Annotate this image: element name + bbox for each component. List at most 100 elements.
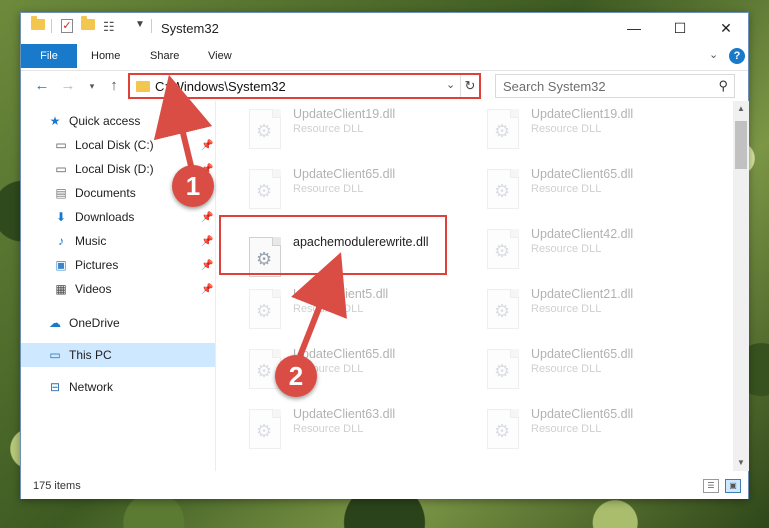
file-item[interactable]: ⚙ UpdateClient63.dll Resource DLL xyxy=(241,403,471,461)
pictures-icon: ▣ xyxy=(55,258,67,272)
file-name: UpdateClient5.dll xyxy=(293,287,389,301)
navigation-pane: ★ Quick access ▭ Local Disk (C:) 📌 ▭ Loc… xyxy=(21,101,215,471)
help-icon[interactable]: ? xyxy=(729,48,745,64)
address-bar[interactable]: C:\Windows\System32 ⌄ ↻ xyxy=(128,73,481,99)
music-icon: ♪ xyxy=(58,234,64,248)
file-item[interactable]: ⚙ UpdateClient42.dll Resource DLL xyxy=(479,223,709,281)
nav-label: Documents xyxy=(75,186,136,200)
properties-check-icon[interactable]: ✓ xyxy=(61,19,73,33)
pane-divider[interactable] xyxy=(215,101,216,471)
tab-file[interactable]: File xyxy=(21,44,77,68)
address-path[interactable]: C:\Windows\System32 xyxy=(155,79,286,94)
file-type: Resource DLL xyxy=(531,123,602,135)
tab-view[interactable]: View xyxy=(196,44,244,68)
back-button[interactable]: ← xyxy=(33,75,51,97)
vertical-scrollbar[interactable]: ▲ ▼ xyxy=(733,101,749,471)
search-input[interactable]: Search System32 ⚲ xyxy=(495,74,735,98)
pin-icon[interactable]: 📌 xyxy=(201,260,213,271)
dll-file-icon: ⚙ xyxy=(249,289,281,329)
scroll-thumb[interactable] xyxy=(735,121,747,169)
file-item[interactable]: ⚙ UpdateClient65.dll Resource DLL xyxy=(479,163,709,221)
dll-file-icon: ⚙ xyxy=(249,169,281,209)
ribbon-tabs: File Home Share View ⌄ ? xyxy=(21,44,748,68)
tiles-view-icon[interactable]: ▣ xyxy=(725,479,741,493)
new-folder-icon[interactable] xyxy=(81,16,95,30)
close-button[interactable]: ✕ xyxy=(703,13,749,43)
search-icon[interactable]: ⚲ xyxy=(718,78,728,94)
quick-access-separator xyxy=(51,19,52,33)
file-list: ⚙ UpdateClient19.dll Resource DLL ⚙ Upda… xyxy=(217,101,733,471)
up-button[interactable]: ↑ xyxy=(105,75,123,97)
file-type: Resource DLL xyxy=(531,303,602,315)
nav-item-videos[interactable]: ▦ Videos 📌 xyxy=(21,277,215,301)
address-row: ← → ▾ ↑ C:\Windows\System32 ⌄ ↻ Search S… xyxy=(21,70,748,100)
nav-network[interactable]: ⊟ Network xyxy=(21,375,215,399)
nav-item-pictures[interactable]: ▣ Pictures 📌 xyxy=(21,253,215,277)
dll-file-icon: ⚙ xyxy=(487,409,519,449)
file-name: UpdateClient42.dll xyxy=(531,227,634,241)
forward-button[interactable]: → xyxy=(59,75,77,97)
file-name: UpdateClient65.dll xyxy=(531,347,634,361)
file-name: UpdateClient19.dll xyxy=(531,107,634,121)
nav-label: Local Disk (C:) xyxy=(75,138,154,152)
window-title: System32 xyxy=(161,21,219,36)
pin-icon[interactable]: 📌 xyxy=(201,236,213,247)
network-icon: ⊟ xyxy=(49,380,61,394)
title-bar: ✓ ☷ ▼ System32 — ☐ ✕ xyxy=(21,13,748,43)
downloads-icon: ⬇ xyxy=(55,210,67,224)
tab-home[interactable]: Home xyxy=(79,44,132,68)
file-name: UpdateClient65.dll xyxy=(531,167,634,181)
file-type: Resource DLL xyxy=(531,243,602,255)
pin-icon[interactable]: 📌 xyxy=(201,140,213,151)
details-view-icon[interactable]: ☰ xyxy=(703,479,719,493)
target-file-highlight xyxy=(219,215,447,275)
file-item[interactable]: ⚙ UpdateClient21.dll Resource DLL xyxy=(479,283,709,341)
nav-label: OneDrive xyxy=(69,316,120,330)
pin-icon[interactable]: 📌 xyxy=(201,212,213,223)
expand-ribbon-chevron-icon[interactable]: ⌄ xyxy=(709,48,718,61)
step-1-badge: 1 xyxy=(172,165,214,207)
file-type: Resource DLL xyxy=(293,303,364,315)
recent-locations-chevron-icon[interactable]: ▾ xyxy=(83,75,101,97)
quick-access-list-icon[interactable]: ☷ xyxy=(103,19,115,35)
refresh-icon[interactable]: ↻ xyxy=(460,75,479,97)
nav-item-music[interactable]: ♪ Music 📌 xyxy=(21,229,215,253)
maximize-button[interactable]: ☐ xyxy=(657,13,703,43)
nav-label: This PC xyxy=(69,348,112,362)
file-item[interactable]: ⚙ UpdateClient19.dll Resource DLL xyxy=(479,103,709,161)
address-dropdown-chevron-icon[interactable]: ⌄ xyxy=(446,78,455,91)
nav-onedrive[interactable]: ☁ OneDrive xyxy=(21,311,215,335)
nav-label: Downloads xyxy=(75,210,135,224)
dll-file-icon: ⚙ xyxy=(487,349,519,389)
scroll-down-arrow-icon[interactable]: ▼ xyxy=(733,455,749,471)
dll-file-icon: ⚙ xyxy=(487,169,519,209)
nav-label: Music xyxy=(75,234,107,248)
file-name: UpdateClient21.dll xyxy=(531,287,634,301)
file-item[interactable]: ⚙ UpdateClient19.dll Resource DLL xyxy=(241,103,471,161)
nav-item-downloads[interactable]: ⬇ Downloads 📌 xyxy=(21,205,215,229)
file-item[interactable]: ⚙ UpdateClient65.dll Resource DLL xyxy=(479,343,709,401)
file-item[interactable]: ⚙ UpdateClient5.dll Resource DLL xyxy=(241,283,471,341)
dll-file-icon: ⚙ xyxy=(487,289,519,329)
file-name: UpdateClient65.dll xyxy=(531,407,634,421)
nav-quick-access[interactable]: ★ Quick access xyxy=(21,109,215,133)
dll-file-icon: ⚙ xyxy=(487,229,519,269)
nav-label: Network xyxy=(69,380,114,394)
file-item[interactable]: ⚙ UpdateClient65.dll Resource DLL xyxy=(479,403,709,461)
pin-icon[interactable]: 📌 xyxy=(201,284,213,295)
computer-icon: ▭ xyxy=(49,348,61,362)
step-2-badge: 2 xyxy=(275,355,317,397)
nav-label: Quick access xyxy=(69,114,141,128)
documents-icon: ▤ xyxy=(55,186,67,200)
scroll-up-arrow-icon[interactable]: ▲ xyxy=(733,101,749,117)
tab-share[interactable]: Share xyxy=(138,44,191,68)
minimize-button[interactable]: — xyxy=(611,13,657,43)
file-item[interactable]: ⚙ UpdateClient65.dll Resource DLL xyxy=(241,163,471,221)
customize-toolbar-chevron-icon[interactable]: ▼ xyxy=(135,19,145,30)
nav-this-pc[interactable]: ▭ This PC xyxy=(21,343,215,367)
nav-item-local-disk-c[interactable]: ▭ Local Disk (C:) 📌 xyxy=(21,133,215,157)
file-type: Resource DLL xyxy=(293,423,364,435)
search-placeholder: Search System32 xyxy=(503,79,606,94)
item-count: 175 items xyxy=(33,480,81,492)
nav-label: Pictures xyxy=(75,258,119,272)
